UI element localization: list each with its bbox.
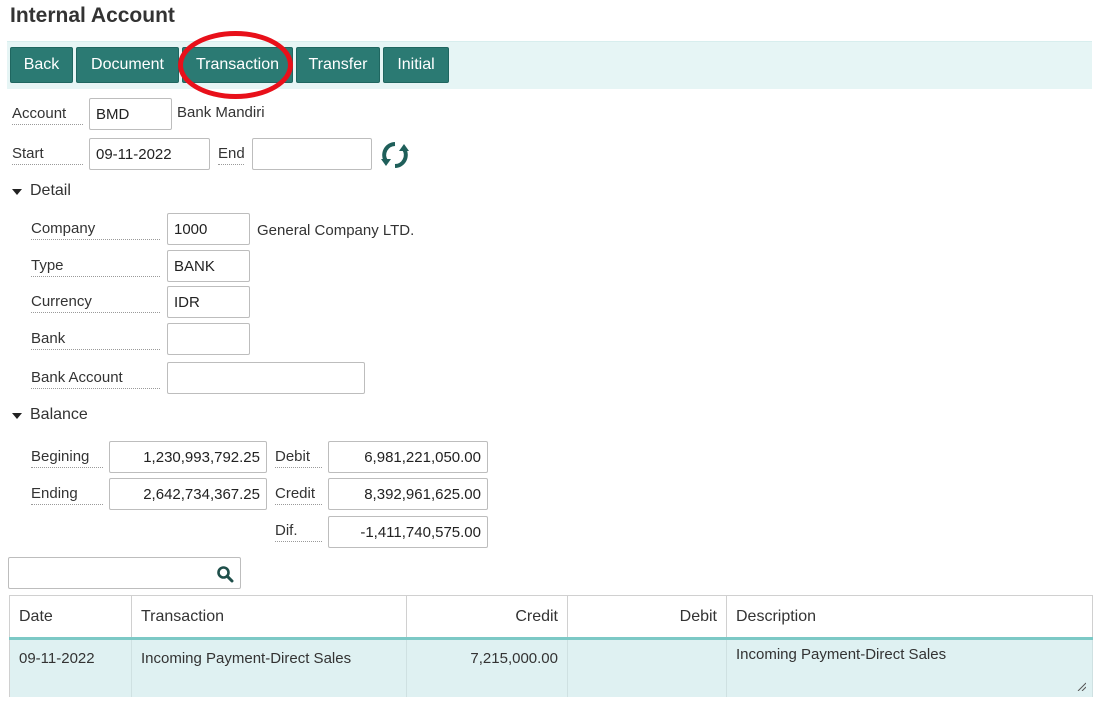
resize-handle-icon[interactable]	[1077, 682, 1086, 691]
cell-debit	[567, 638, 727, 697]
difference-input[interactable]: -1,411,740,575.00	[328, 516, 488, 548]
balance-section-label: Balance	[30, 406, 88, 423]
document-button[interactable]: Document	[76, 47, 179, 83]
balance-section-toggle[interactable]: Balance	[12, 406, 88, 424]
transactions-table: Date Transaction Credit Debit Descriptio…	[9, 595, 1093, 697]
debit-total-input[interactable]: 6,981,221,050.00	[328, 441, 488, 473]
end-label: End	[218, 145, 245, 165]
column-header-credit[interactable]: Credit	[406, 595, 568, 640]
type-label: Type	[31, 257, 160, 277]
transfer-button[interactable]: Transfer	[296, 47, 380, 83]
caret-down-icon	[12, 189, 22, 195]
currency-input[interactable]: IDR	[167, 286, 250, 318]
dif-label: Dif.	[275, 522, 322, 542]
type-input[interactable]: BANK	[167, 250, 250, 282]
currency-label: Currency	[31, 293, 160, 313]
account-input[interactable]: BMD	[89, 98, 172, 130]
account-name: Bank Mandiri	[177, 104, 265, 121]
caret-down-icon	[12, 413, 22, 419]
cell-credit: 7,215,000.00	[406, 638, 568, 697]
table-row[interactable]: 09-11-2022 Incoming Payment-Direct Sales…	[9, 638, 1093, 697]
company-label: Company	[31, 220, 160, 240]
search-icon[interactable]	[216, 565, 234, 583]
refresh-icon[interactable]	[380, 140, 410, 170]
credit-label: Credit	[275, 485, 322, 505]
column-header-debit[interactable]: Debit	[567, 595, 727, 640]
search-input[interactable]	[8, 557, 241, 589]
toolbar: Back Document Transaction Transfer Initi…	[7, 41, 1092, 89]
table-header-row: Date Transaction Credit Debit Descriptio…	[9, 595, 1093, 640]
cell-date: 09-11-2022	[9, 638, 132, 697]
initial-button[interactable]: Initial	[383, 47, 449, 83]
credit-total-input[interactable]: 8,392,961,625.00	[328, 478, 488, 510]
ending-label: Ending	[31, 485, 103, 505]
company-input[interactable]: 1000	[167, 213, 250, 245]
end-date-input[interactable]	[252, 138, 372, 170]
start-label: Start	[12, 145, 83, 165]
page-title: Internal Account	[10, 4, 175, 27]
detail-section-toggle[interactable]: Detail	[12, 182, 71, 200]
bank-account-input[interactable]	[167, 362, 365, 394]
company-name: General Company LTD.	[257, 222, 415, 239]
debit-label: Debit	[275, 448, 322, 468]
column-header-date[interactable]: Date	[9, 595, 132, 640]
description-text: Incoming Payment-Direct Sales	[736, 646, 947, 663]
account-label: Account	[12, 105, 83, 125]
column-header-description[interactable]: Description	[726, 595, 1093, 640]
back-button[interactable]: Back	[10, 47, 73, 83]
column-header-transaction[interactable]: Transaction	[131, 595, 407, 640]
bank-label: Bank	[31, 330, 160, 350]
begining-balance-input[interactable]: 1,230,993,792.25	[109, 441, 267, 473]
bank-account-label: Bank Account	[31, 369, 160, 389]
bank-input[interactable]	[167, 323, 250, 355]
cell-description[interactable]: Incoming Payment-Direct Sales	[726, 638, 1093, 697]
ending-balance-input[interactable]: 2,642,734,367.25	[109, 478, 267, 510]
cell-transaction: Incoming Payment-Direct Sales	[131, 638, 407, 697]
transaction-button[interactable]: Transaction	[182, 47, 293, 83]
start-date-input[interactable]: 09-11-2022	[89, 138, 210, 170]
detail-section-label: Detail	[30, 182, 71, 199]
begining-label: Begining	[31, 448, 103, 468]
